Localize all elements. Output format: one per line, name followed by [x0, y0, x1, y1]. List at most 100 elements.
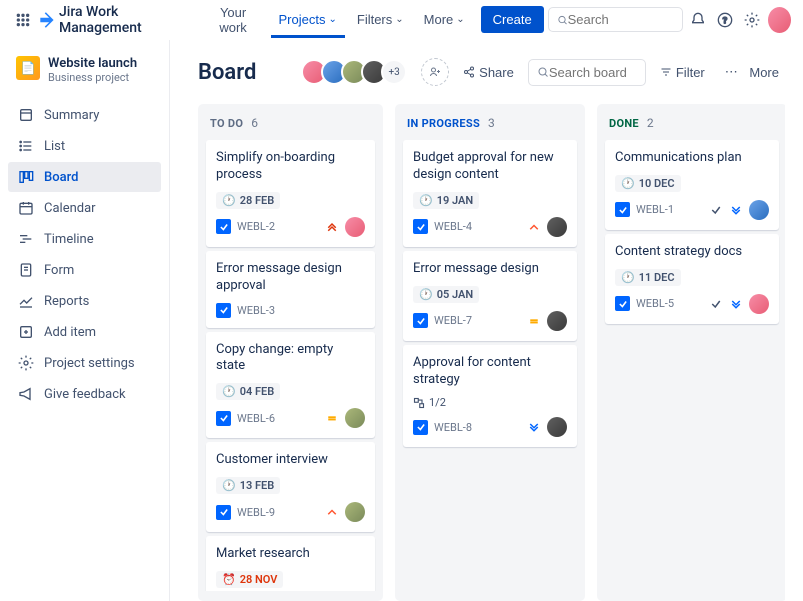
due-date-chip: 🕐11 DEC	[615, 269, 681, 286]
calendar-icon	[18, 200, 34, 216]
more-button[interactable]: ⋯ More	[719, 60, 785, 84]
board-search-input[interactable]	[549, 65, 637, 80]
filter-button[interactable]: Filter	[654, 61, 711, 84]
task-type-icon	[615, 202, 630, 217]
assignee-avatar[interactable]	[547, 417, 567, 437]
clock-icon: 🕐	[222, 194, 236, 207]
help-icon[interactable]: ?	[714, 7, 737, 33]
card-title: Copy change: empty state	[216, 342, 365, 376]
nav-your-work[interactable]: Your work	[200, 0, 267, 41]
assignee-avatar[interactable]	[749, 200, 769, 220]
sidebar-item-give-feedback[interactable]: Give feedback	[8, 379, 161, 409]
chevron-down-icon: ⌄	[456, 14, 464, 25]
task-type-icon	[615, 296, 630, 311]
profile-avatar[interactable]	[768, 7, 791, 33]
issue-card[interactable]: Error message design approval WEBL-3	[206, 251, 375, 328]
sidebar-item-form[interactable]: Form	[8, 255, 161, 285]
project-settings-icon	[18, 355, 34, 371]
project-type: Business project	[48, 71, 137, 84]
nav-projects[interactable]: Projects⌄	[271, 6, 345, 38]
add-user-button[interactable]	[421, 58, 449, 86]
sidebar-item-project-settings[interactable]: Project settings	[8, 348, 161, 378]
due-date-chip: 🕐19 JAN	[413, 192, 479, 209]
project-icon: 📄	[16, 56, 40, 80]
sidebar-item-calendar[interactable]: Calendar	[8, 193, 161, 223]
column-name: TO DO	[210, 117, 243, 130]
priority-high-icon	[325, 505, 339, 519]
sidebar-item-label: Board	[44, 170, 78, 185]
card-title: Communications plan	[615, 150, 769, 167]
board-search[interactable]	[528, 59, 646, 86]
card-title: Customer interview	[216, 452, 365, 469]
due-date-chip: 🕐10 DEC	[615, 175, 681, 192]
sidebar-item-list[interactable]: List	[8, 131, 161, 161]
column-todo: TO DO6Simplify on-boarding process🕐28 FE…	[198, 104, 383, 601]
priority-low-icon	[729, 203, 743, 217]
nav-more[interactable]: More⌄	[416, 6, 473, 33]
column-header: DONE2	[603, 114, 781, 140]
clock-icon: ⏰	[222, 573, 236, 586]
sidebar-item-reports[interactable]: Reports	[8, 286, 161, 316]
assignee-avatar[interactable]	[547, 217, 567, 237]
task-type-icon	[413, 219, 428, 234]
assignee-avatar[interactable]	[345, 502, 365, 522]
column-count: 2	[647, 116, 654, 130]
done-check-icon	[709, 203, 723, 217]
task-type-icon	[216, 505, 231, 520]
sidebar-item-label: Add item	[44, 325, 96, 340]
clock-icon: 🕐	[419, 194, 433, 207]
issue-card[interactable]: Error message design🕐05 JANWEBL-7	[403, 251, 577, 341]
global-search[interactable]	[548, 7, 683, 32]
sidebar-item-label: Reports	[44, 294, 89, 309]
share-button[interactable]: Share	[457, 61, 520, 84]
avatar-overflow[interactable]: +3	[381, 59, 407, 85]
product-name: Jira Work Management	[59, 4, 188, 36]
form-icon	[18, 262, 34, 278]
issue-key: WEBL-7	[434, 314, 521, 327]
settings-icon[interactable]	[741, 7, 764, 33]
issue-key: WEBL-8	[434, 421, 521, 434]
assignee-avatar[interactable]	[345, 217, 365, 237]
assignee-avatar[interactable]	[547, 311, 567, 331]
due-date-chip: ⏰28 NOV	[216, 571, 283, 588]
sidebar-item-summary[interactable]: Summary	[8, 100, 161, 130]
assignee-avatar[interactable]	[345, 408, 365, 428]
project-header[interactable]: 📄 Website launch Business project	[8, 52, 161, 100]
avatar-stack[interactable]: +3	[307, 59, 407, 85]
sidebar-item-add-item[interactable]: Add item	[8, 317, 161, 347]
issue-card[interactable]: Approval for content strategy 1/2WEBL-8	[403, 345, 577, 448]
task-type-icon	[413, 313, 428, 328]
notifications-icon[interactable]	[687, 7, 710, 33]
issue-card[interactable]: Budget approval for new design content🕐1…	[403, 140, 577, 247]
priority-medium-icon	[527, 314, 541, 328]
jira-icon	[37, 10, 55, 30]
priority-medium-icon	[325, 411, 339, 425]
global-search-input[interactable]	[568, 12, 674, 27]
issue-card[interactable]: Communications plan🕐10 DECWEBL-1	[605, 140, 779, 230]
due-date-chip: 🕐28 FEB	[216, 192, 280, 209]
issue-card[interactable]: Simplify on-boarding process🕐28 FEBWEBL-…	[206, 140, 375, 247]
column-name: IN PROGRESS	[407, 117, 480, 130]
issue-card[interactable]: Content strategy docs🕐11 DECWEBL-5	[605, 234, 779, 324]
sidebar-item-label: Project settings	[44, 356, 135, 371]
assignee-avatar[interactable]	[749, 294, 769, 314]
card-title: Error message design approval	[216, 261, 365, 295]
issue-card[interactable]: Market research⏰28 NOVWEBL-10	[206, 536, 375, 591]
main-content: Board +3 Share Filter ⋯ More TO DO6Simpl…	[170, 40, 803, 601]
issue-key: WEBL-3	[237, 304, 365, 317]
create-button[interactable]: Create	[481, 6, 544, 33]
app-switcher-icon[interactable]	[12, 8, 33, 32]
sidebar-item-board[interactable]: Board	[8, 162, 161, 192]
issue-card[interactable]: Copy change: empty state🕐04 FEBWEBL-6	[206, 332, 375, 439]
issue-key: WEBL-2	[237, 220, 319, 233]
card-title: Approval for content strategy	[413, 355, 567, 389]
sidebar-item-label: Form	[44, 263, 74, 278]
nav-filters[interactable]: Filters⌄	[349, 6, 412, 33]
priority-low-icon	[527, 420, 541, 434]
product-logo[interactable]: Jira Work Management	[37, 4, 187, 36]
issue-key: WEBL-5	[636, 297, 703, 310]
sidebar-item-timeline[interactable]: Timeline	[8, 224, 161, 254]
issue-card[interactable]: Customer interview🕐13 FEBWEBL-9	[206, 442, 375, 532]
clock-icon: 🕐	[222, 385, 236, 398]
due-date-chip: 🕐05 JAN	[413, 286, 479, 303]
